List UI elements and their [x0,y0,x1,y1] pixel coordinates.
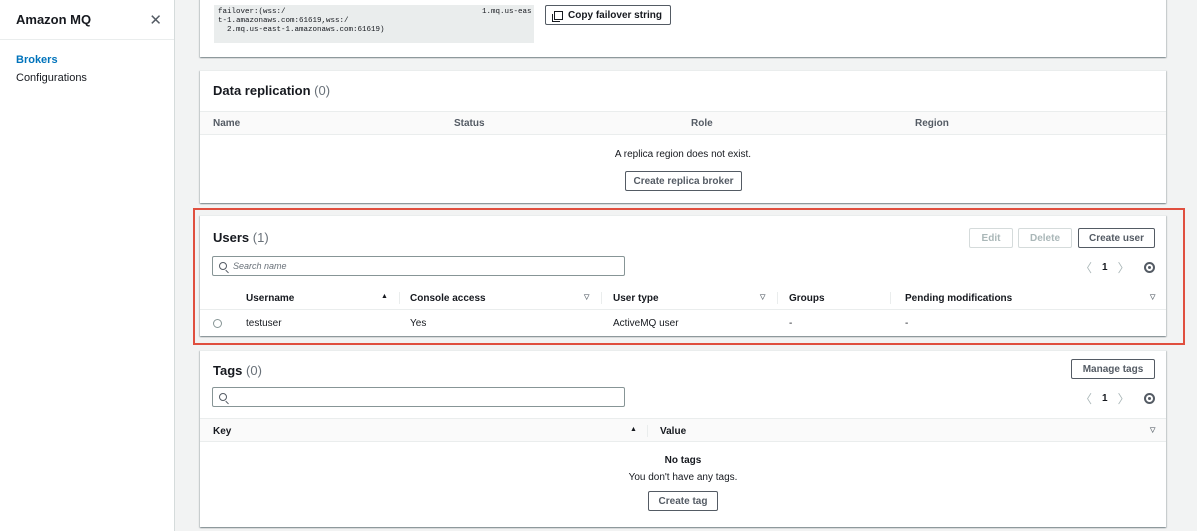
create-tag-button[interactable]: Create tag [648,491,718,511]
column-header-value[interactable]: Value [660,426,686,437]
users-search-input[interactable]: Search name [212,256,625,276]
previous-page-icon[interactable]: 〈 [1080,259,1092,276]
manage-tags-button[interactable]: Manage tags [1071,359,1155,379]
tags-title: Tags (0) [213,363,262,378]
sort-ascending-icon[interactable]: ▲ [630,426,637,433]
cell-console-access: Yes [410,318,427,329]
delete-user-button[interactable]: Delete [1018,228,1072,248]
sidebar-nav: Brokers Configurations [0,40,174,86]
failover-string: failover:(wss:/t-1.amazonaws.com:61619,w… [214,5,534,43]
tags-pagination: 〈 1 〉 [1080,390,1155,407]
column-separator [399,292,400,304]
copy-failover-button[interactable]: Copy failover string [545,5,671,25]
replication-title: Data replication (0) [213,83,330,98]
users-title: Users (1) [213,230,269,245]
search-icon [219,393,227,401]
column-separator [777,292,778,304]
copy-failover-label: Copy failover string [568,9,662,21]
gear-icon[interactable] [1143,262,1155,273]
sidebar-title: Amazon MQ [16,12,92,27]
failover-line-2: t-1.amazonaws.com:61619,wss:/ [218,17,349,25]
create-user-button[interactable]: Create user [1078,228,1155,248]
replication-count: (0) [314,83,331,98]
sidebar-item-configurations[interactable]: Configurations [0,70,174,86]
tags-title-text: Tags [213,363,243,378]
sort-icon[interactable]: ▽ [1150,426,1155,434]
column-separator [647,425,648,437]
sidebar-item-brokers[interactable]: Brokers [0,52,174,68]
users-page-number[interactable]: 1 [1102,262,1108,273]
column-header-pending-modifications[interactable]: Pending modifications [905,293,1012,304]
replication-empty-message: A replica region does not exist. [614,149,752,160]
create-replica-broker-button[interactable]: Create replica broker [625,171,742,191]
gear-icon[interactable] [1143,393,1155,404]
column-header-role: Role [691,118,713,129]
previous-page-icon[interactable]: 〈 [1080,390,1092,407]
connections-panel: failover:(wss:/t-1.amazonaws.com:61619,w… [200,0,1166,57]
column-header-groups: Groups [789,293,825,304]
sort-icon[interactable]: ▽ [760,293,765,301]
cell-user-type: ActiveMQ user [613,318,679,329]
data-replication-panel: Data replication (0) Name Status Role Re… [200,70,1166,203]
sidebar: Amazon MQ ✕ Brokers Configurations [0,0,175,531]
replication-table-header: Name Status Role Region [200,111,1166,135]
column-header-console-access[interactable]: Console access [410,293,486,304]
edit-user-button[interactable]: Edit [969,228,1013,248]
sort-ascending-icon[interactable]: ▲ [381,293,388,300]
search-icon [219,262,227,270]
users-count: (1) [252,230,269,245]
sort-icon[interactable]: ▽ [584,293,589,301]
tags-search-input[interactable] [212,387,625,407]
tags-panel: Tags (0) Manage tags 〈 1 〉 Key ▲ Value ▽… [200,350,1166,527]
tags-page-number[interactable]: 1 [1102,393,1108,404]
column-header-region: Region [915,118,949,129]
next-page-icon[interactable]: 〉 [1118,259,1130,276]
column-header-name: Name [213,118,241,129]
users-search-placeholder: Search name [233,261,287,271]
tags-empty-message: You don't have any tags. [628,472,738,483]
tags-count: (0) [246,363,262,378]
column-header-user-type[interactable]: User type [613,293,659,304]
users-pagination: 〈 1 〉 [1080,259,1155,276]
users-table-header: Username ▲ Console access ▽ User type ▽ … [200,286,1166,310]
sort-icon[interactable]: ▽ [1150,293,1155,301]
next-page-icon[interactable]: 〉 [1118,390,1130,407]
table-row[interactable]: testuser Yes ActiveMQ user - - [200,313,1166,335]
failover-line-3: 2.mq.us-east-1.amazonaws.com:61619) [218,26,385,34]
column-header-status: Status [454,118,485,129]
column-header-key[interactable]: Key [213,426,231,437]
row-select-radio[interactable] [213,319,222,328]
close-icon[interactable]: ✕ [149,11,162,29]
users-title-text: Users [213,230,250,245]
replication-title-text: Data replication [213,83,311,98]
column-separator [601,292,602,304]
failover-line-part2: 1.mq.us-eas [482,8,532,16]
cell-groups: - [789,318,793,329]
column-header-username[interactable]: Username [246,293,294,304]
sidebar-header: Amazon MQ ✕ [0,0,174,40]
users-panel: Users (1) Edit Delete Create user Search… [200,215,1166,336]
cell-pending-modifications: - [905,318,909,329]
column-separator [890,292,891,304]
cell-username: testuser [246,318,282,329]
copy-icon [552,10,564,22]
tags-empty-title: No tags [664,455,702,466]
tags-table-header: Key ▲ Value ▽ [200,418,1166,442]
